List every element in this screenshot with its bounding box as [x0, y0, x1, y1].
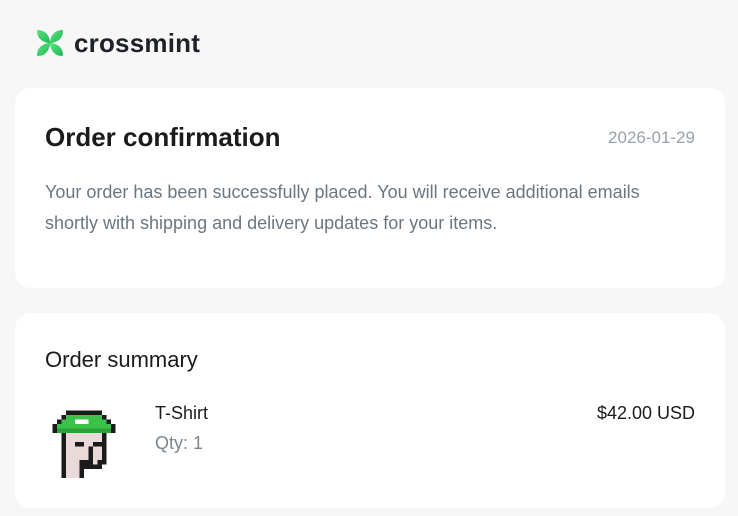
item-quantity: Qty: 1	[155, 432, 203, 454]
crossmint-logo-icon	[37, 30, 63, 56]
item-price: $42.00 USD	[596, 403, 695, 423]
order-summary-card: Order summary T-Shirt Qty: 1 $42.00 USD	[15, 313, 725, 508]
brand-name: crossmint	[74, 28, 201, 58]
order-confirmation-title: Order confirmation	[45, 122, 281, 152]
item-quantity-label: Qty:	[155, 433, 189, 453]
order-date: 2026-01-29	[608, 128, 695, 147]
order-confirmation-card: Order confirmation 2026-01-29 Your order…	[15, 88, 725, 288]
item-quantity-value: 1	[193, 433, 204, 453]
brand-header: crossmint	[34, 26, 200, 60]
order-confirmation-message: Your order has been successfully placed.…	[45, 182, 640, 233]
item-name: T-Shirt	[155, 403, 209, 423]
pixel-avatar-image	[52, 410, 116, 478]
order-summary-title: Order summary	[45, 347, 198, 372]
